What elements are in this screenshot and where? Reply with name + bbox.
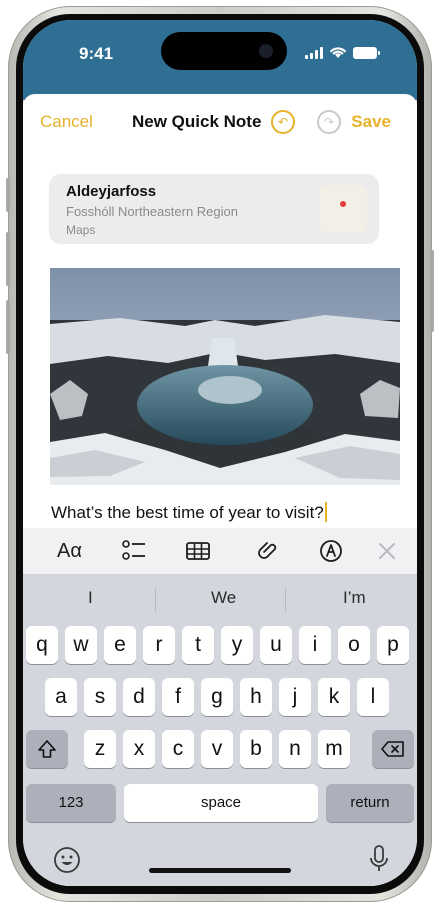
wifi-icon xyxy=(330,47,346,58)
key-t[interactable]: t xyxy=(182,626,214,664)
note-nav-bar: Cancel New Quick Note ↶ ↷ Save xyxy=(23,94,417,146)
key-w[interactable]: w xyxy=(65,626,97,664)
markup-icon[interactable] xyxy=(319,539,343,563)
text-caret xyxy=(324,502,327,522)
status-time: 9:41 xyxy=(79,44,114,63)
key-b[interactable]: b xyxy=(240,730,272,768)
key-x[interactable]: x xyxy=(123,730,155,768)
status-bar: 9:41 xyxy=(23,20,417,100)
key-s[interactable]: s xyxy=(84,678,116,716)
key-m[interactable]: m xyxy=(318,730,350,768)
map-pin-icon xyxy=(340,201,346,207)
key-i[interactable]: i xyxy=(299,626,331,664)
key-u[interactable]: u xyxy=(260,626,292,664)
numbers-key[interactable]: 123 xyxy=(26,784,116,822)
suggestion-1[interactable]: I xyxy=(88,588,93,608)
place-region: Fosshóll Northeastern Region xyxy=(66,204,238,219)
key-j[interactable]: j xyxy=(279,678,311,716)
maps-source: Maps xyxy=(66,223,96,237)
battery-icon xyxy=(353,47,380,59)
page-title: New Quick Note xyxy=(132,112,262,131)
action-button xyxy=(6,178,10,212)
cancel-button[interactable]: Cancel xyxy=(40,112,93,132)
key-o[interactable]: o xyxy=(338,626,370,664)
volume-down-button xyxy=(6,300,10,354)
signal-icon xyxy=(305,47,323,59)
phone-bezel: 9:41 Cancel New Quick Note ↶ ↷ Save Alde… xyxy=(16,14,424,894)
shift-key[interactable] xyxy=(26,730,68,768)
attachment-icon[interactable] xyxy=(257,539,281,563)
save-button[interactable]: Save xyxy=(351,112,391,132)
space-key[interactable]: space xyxy=(124,784,318,822)
keyboard: I We I’m q w e r t y u i o p a s d f g h… xyxy=(23,574,417,886)
redo-icon[interactable]: ↷ xyxy=(317,110,341,134)
key-k[interactable]: k xyxy=(318,678,350,716)
place-name: Aldeyjarfoss xyxy=(66,183,157,200)
microphone-icon[interactable] xyxy=(369,844,389,874)
emoji-icon[interactable] xyxy=(53,846,81,874)
delete-key[interactable] xyxy=(372,730,414,768)
suggestion-2[interactable]: We xyxy=(211,588,236,608)
suggestion-3[interactable]: I’m xyxy=(343,588,366,608)
dynamic-island xyxy=(161,32,287,70)
key-q[interactable]: q xyxy=(26,626,58,664)
shift-icon xyxy=(38,740,56,758)
waterfall-photo[interactable] xyxy=(50,268,400,485)
suggestion-divider xyxy=(285,588,286,612)
text-format-button[interactable]: Aα xyxy=(57,539,82,563)
suggestion-divider xyxy=(155,588,156,612)
key-h[interactable]: h xyxy=(240,678,272,716)
key-d[interactable]: d xyxy=(123,678,155,716)
key-v[interactable]: v xyxy=(201,730,233,768)
power-button xyxy=(430,250,434,332)
key-r[interactable]: r xyxy=(143,626,175,664)
return-key[interactable]: return xyxy=(326,784,414,822)
phone-screen: 9:41 Cancel New Quick Note ↶ ↷ Save Alde… xyxy=(23,20,417,886)
key-e[interactable]: e xyxy=(104,626,136,664)
table-icon[interactable] xyxy=(185,539,211,563)
note-body[interactable]: What’s the best time of year to visit? xyxy=(51,502,327,523)
key-z[interactable]: z xyxy=(84,730,116,768)
key-g[interactable]: g xyxy=(201,678,233,716)
undo-icon[interactable]: ↶ xyxy=(271,110,295,134)
delete-icon xyxy=(381,741,404,757)
quick-note-sheet: Cancel New Quick Note ↶ ↷ Save Aldeyjarf… xyxy=(23,94,417,886)
key-y[interactable]: y xyxy=(221,626,253,664)
home-indicator[interactable] xyxy=(149,868,291,873)
checklist-icon[interactable] xyxy=(121,539,147,563)
front-camera xyxy=(259,44,273,58)
key-a[interactable]: a xyxy=(45,678,77,716)
volume-up-button xyxy=(6,232,10,286)
map-thumbnail xyxy=(319,185,367,233)
key-l[interactable]: l xyxy=(357,678,389,716)
key-c[interactable]: c xyxy=(162,730,194,768)
format-toolbar: Aα xyxy=(23,528,417,574)
maps-link-card[interactable]: Aldeyjarfoss Fosshóll Northeastern Regio… xyxy=(49,174,379,244)
close-icon[interactable] xyxy=(375,539,399,563)
status-icons xyxy=(305,45,380,59)
key-p[interactable]: p xyxy=(377,626,409,664)
key-f[interactable]: f xyxy=(162,678,194,716)
key-n[interactable]: n xyxy=(279,730,311,768)
